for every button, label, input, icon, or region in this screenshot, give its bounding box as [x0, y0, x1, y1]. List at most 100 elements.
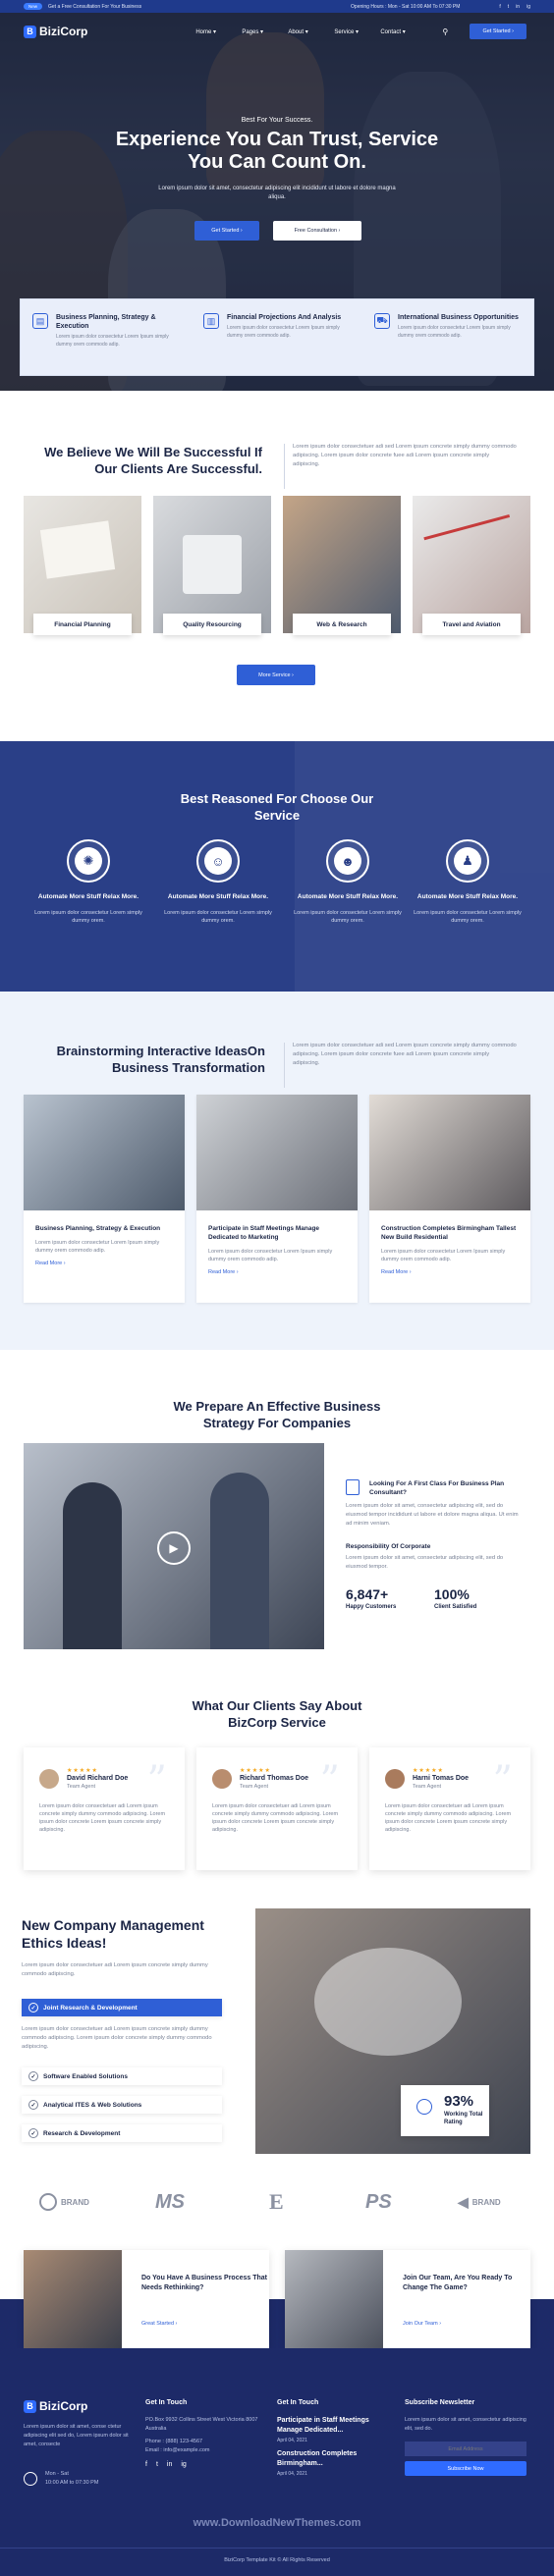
accordion-item-active[interactable]: ✓ Joint Research & Development: [22, 1999, 222, 2016]
logo[interactable]: B BiziCorp: [24, 25, 87, 38]
nav-item-home[interactable]: Home ▾: [195, 28, 242, 35]
testimonial-name: David Richard Doe: [67, 1775, 129, 1782]
reasons-title: Best Reasoned For Choose Our Service: [180, 791, 374, 823]
divider: [0, 2548, 554, 2549]
brand-logo: ◀ BRAND: [458, 2193, 501, 2210]
blog-card[interactable]: Construction Completes Birmingham Talles…: [369, 1095, 530, 1303]
brainstorm-text: Lorem ipsum dolor consectetuer adi sed L…: [293, 1043, 517, 1066]
subscribe-button[interactable]: Subscribe Now: [405, 2461, 526, 2476]
footer-phone[interactable]: (888) 123-4567: [166, 2439, 203, 2444]
reason-text: Lorem ipsum dolor consectetur Lorem simp…: [414, 910, 522, 924]
twitter-icon[interactable]: t: [508, 4, 509, 10]
nav-item-contact[interactable]: Contact ▾: [380, 28, 426, 35]
more-service-button[interactable]: More Service ›: [237, 665, 315, 685]
read-more-link[interactable]: Read More ›: [208, 1269, 346, 1275]
footer-about: Lorem ipsum dolor sit amet, conse ctetur…: [24, 2424, 129, 2447]
get-started-nav-button[interactable]: Get Started ›: [470, 24, 527, 39]
cta-card: Do You Have A Business Process That Need…: [24, 2250, 269, 2348]
footer-news-title[interactable]: Participate in Staff Meetings Manage Ded…: [277, 2416, 393, 2436]
reason-text: Lorem ipsum dolor consectetur Lorem simp…: [164, 910, 272, 924]
service-card-label[interactable]: Financial Planning: [33, 614, 132, 635]
linkedin-icon[interactable]: in: [167, 2461, 172, 2468]
brainstorm-section: Brainstorming Interactive IdeasOn Busine…: [0, 992, 554, 1350]
service-card-label[interactable]: Web & Research: [293, 614, 391, 635]
service-card-label[interactable]: Travel and Aviation: [422, 614, 521, 635]
quote-icon: ”: [492, 1758, 513, 1803]
blog-card[interactable]: Participate in Staff Meetings Manage Ded…: [196, 1095, 358, 1303]
responsibility-text: Lorem ipsum dolor sit amet, consectetur …: [346, 1555, 504, 1570]
footer-news-date: April 04, 2021: [277, 2438, 307, 2443]
quote-icon: ”: [146, 1758, 167, 1803]
instagram-icon[interactable]: ig: [526, 4, 530, 10]
cta-link[interactable]: Great Started ›: [141, 2321, 177, 2327]
brand-logo: E: [269, 2189, 284, 2214]
footer: B BiziCorp Lorem ipsum dolor sit amet, co…: [0, 2348, 554, 2576]
blog-title[interactable]: Business Planning, Strategy & Execution: [35, 1224, 173, 1233]
consultant-text: Lorem ipsum dolor sit amet, consectetur …: [346, 1503, 519, 1527]
rating-stars: ★★★★★: [413, 1768, 444, 1774]
quote-icon: ”: [319, 1758, 340, 1803]
accordion-item[interactable]: ✓ Research & Development: [22, 2124, 222, 2142]
instagram-icon[interactable]: ig: [181, 2461, 186, 2468]
footer-news-date: April 04, 2021: [277, 2471, 307, 2477]
footer-hours-day: Mon - Sat: [45, 2471, 69, 2477]
check-icon: ✓: [28, 2071, 38, 2081]
feature-title: Financial Projections And Analysis: [227, 314, 342, 321]
play-icon[interactable]: ▶: [157, 1531, 191, 1565]
twitter-icon[interactable]: t: [156, 2461, 158, 2468]
accordion-item[interactable]: ✓ Software Enabled Solutions: [22, 2067, 222, 2085]
footer-logo[interactable]: B BiziCorp: [24, 2399, 132, 2413]
service-card-label[interactable]: Quality Resourcing: [163, 614, 261, 635]
believe-text: Lorem ipsum dolor consectetuer adi sed L…: [293, 444, 517, 467]
facebook-icon[interactable]: f: [145, 2461, 147, 2468]
testimonial-name: Harni Tomas Doe: [413, 1775, 470, 1782]
nav-item-about[interactable]: About ▾: [288, 28, 334, 35]
testimonials-title: What Our Clients Say About BizCorp Servi…: [192, 1698, 362, 1730]
blog-card[interactable]: Business Planning, Strategy & Execution L…: [24, 1095, 185, 1303]
logo-text: BiziCorp: [39, 25, 88, 38]
linkedin-icon[interactable]: in: [516, 4, 520, 10]
document-icon: ▤: [32, 313, 48, 329]
cta-link[interactable]: Join Our Team ›: [403, 2321, 441, 2327]
newsletter-email-input[interactable]: [405, 2442, 526, 2456]
check-icon: ✓: [28, 2128, 38, 2138]
footer-address: PO.Box 9932 Collins Street West Victoria…: [145, 2417, 258, 2432]
read-more-link[interactable]: Read More ›: [35, 1261, 173, 1266]
blog-text: Lorem ipsum dolor consectetur Lorem Ipsu…: [381, 1249, 506, 1262]
support-icon: ☺: [204, 847, 232, 875]
facebook-icon[interactable]: f: [499, 4, 500, 10]
search-icon[interactable]: ⚲: [442, 27, 448, 36]
travel-aviation-image: [413, 496, 530, 633]
reason-title: Automate More Stuff Relax More.: [167, 893, 269, 900]
nav-item-pages[interactable]: Pages ▾: [242, 28, 288, 35]
rating-stars: ★★★★★: [67, 1768, 98, 1774]
promo-text: Get a Free Consultation For Your Busines…: [48, 3, 142, 10]
blog-image: [196, 1095, 358, 1210]
avatar: [39, 1769, 59, 1789]
quality-resourcing-image: [153, 496, 271, 633]
nav-item-service[interactable]: Service ▾: [334, 28, 380, 35]
testimonial-card: ” ★★★★★ Harni Tomas Doe Team Agent Lorem ips…: [369, 1747, 530, 1870]
cta-card: Join Our Team, Are You Ready To Change T…: [285, 2250, 530, 2348]
footer-news-title[interactable]: Construction Completes Birmingham...: [277, 2449, 393, 2469]
blog-title[interactable]: Construction Completes Birmingham Talles…: [381, 1224, 519, 1242]
feature-item: ▥ Financial Projections And Analysis Lorem…: [192, 299, 362, 375]
main-nav: B BiziCorp Home ▾ Pages ▾ About ▾ Service…: [0, 13, 554, 50]
automation-icon: ✺: [75, 847, 102, 875]
satisfaction-label: Client Satisfied: [434, 1604, 477, 1610]
reason-item: ✺ Automate More Stuff Relax More. Lorem ip…: [29, 839, 147, 925]
free-consultation-button[interactable]: Free Consultation ›: [273, 221, 361, 241]
accordion-label: Analytical ITES & Web Solutions: [43, 2101, 142, 2109]
user-icon: ☻: [334, 847, 361, 875]
accordion-item[interactable]: ✓ Analytical ITES & Web Solutions: [22, 2096, 222, 2114]
feature-item: ▤ Business Planning, Strategy & Execution…: [21, 299, 192, 375]
read-more-link[interactable]: Read More ›: [381, 1269, 519, 1275]
testimonial-text: Lorem ipsum dolor consectetuer adi Lorem…: [385, 1803, 512, 1833]
footer-email[interactable]: info@example.com: [163, 2447, 209, 2453]
feature-title: International Business Opportunities: [398, 314, 519, 321]
hero-get-started-button[interactable]: Get Started ›: [194, 221, 259, 241]
blog-title[interactable]: Participate in Staff Meetings Manage Ded…: [208, 1224, 346, 1242]
hero-subtitle: Best For Your Success.: [241, 117, 313, 124]
logo-icon: B: [24, 2399, 36, 2413]
web-research-image: [283, 496, 401, 633]
